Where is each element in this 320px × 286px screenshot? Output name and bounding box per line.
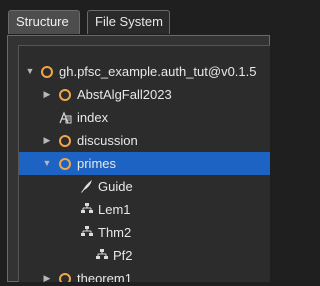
tree-item-theorem1[interactable]: ▶ theorem1: [19, 267, 270, 282]
index-icon: [59, 111, 72, 124]
module-circle-icon: [59, 158, 71, 170]
repo-circle-icon: [41, 66, 53, 78]
structure-tree: ▼ gh.pfsc_example.auth_tut@v0.1.5 ▶ Abst…: [18, 45, 270, 282]
tree-item-label: primes: [77, 156, 117, 171]
tree-item-repo[interactable]: ▼ gh.pfsc_example.auth_tut@v0.1.5: [19, 60, 270, 83]
tree-item-guide[interactable]: Guide: [19, 175, 270, 198]
tree-item-label: AbstAlgFall2023: [77, 87, 172, 102]
tree-item-primes[interactable]: ▼ primes: [19, 152, 270, 175]
quill-pen-icon: [81, 180, 92, 193]
module-circle-icon: [59, 89, 71, 101]
deduction-tree-icon: [81, 203, 93, 213]
tree-item-label: theorem1: [77, 271, 132, 282]
module-circle-icon: [59, 135, 71, 147]
module-circle-icon: [59, 273, 71, 282]
tree-item-label: Pf2: [113, 248, 133, 263]
tree-item-pf2[interactable]: Pf2: [19, 244, 270, 267]
structure-panel: ▼ gh.pfsc_example.auth_tut@v0.1.5 ▶ Abst…: [7, 35, 270, 282]
tree-item-label: index: [77, 110, 109, 125]
chevron-right-icon[interactable]: ▶: [42, 267, 52, 282]
tree-item-thm2[interactable]: Thm2: [19, 221, 270, 244]
tree-item-discussion[interactable]: ▶ discussion: [19, 129, 270, 152]
tree-item-abstalgfall2023[interactable]: ▶ AbstAlgFall2023: [19, 83, 270, 106]
tree-item-lem1[interactable]: Lem1: [19, 198, 270, 221]
tree-item-label: Thm2: [98, 225, 132, 240]
deduction-tree-icon: [81, 226, 93, 236]
chevron-right-icon[interactable]: ▶: [42, 129, 52, 152]
tree-item-label: discussion: [77, 133, 138, 148]
tree-item-label: Lem1: [98, 202, 131, 217]
tree-item-index[interactable]: index: [19, 106, 270, 129]
tab-file-system[interactable]: File System: [87, 10, 170, 34]
chevron-down-icon[interactable]: ▼: [25, 60, 35, 83]
tab-structure[interactable]: Structure: [8, 10, 80, 34]
tab-bar: Structure File System: [8, 10, 270, 36]
chevron-right-icon[interactable]: ▶: [42, 83, 52, 106]
deduction-tree-icon: [96, 249, 108, 259]
tree-item-label: gh.pfsc_example.auth_tut@v0.1.5: [59, 64, 257, 79]
tree-item-label: Guide: [98, 179, 133, 194]
chevron-down-icon[interactable]: ▼: [42, 152, 52, 175]
